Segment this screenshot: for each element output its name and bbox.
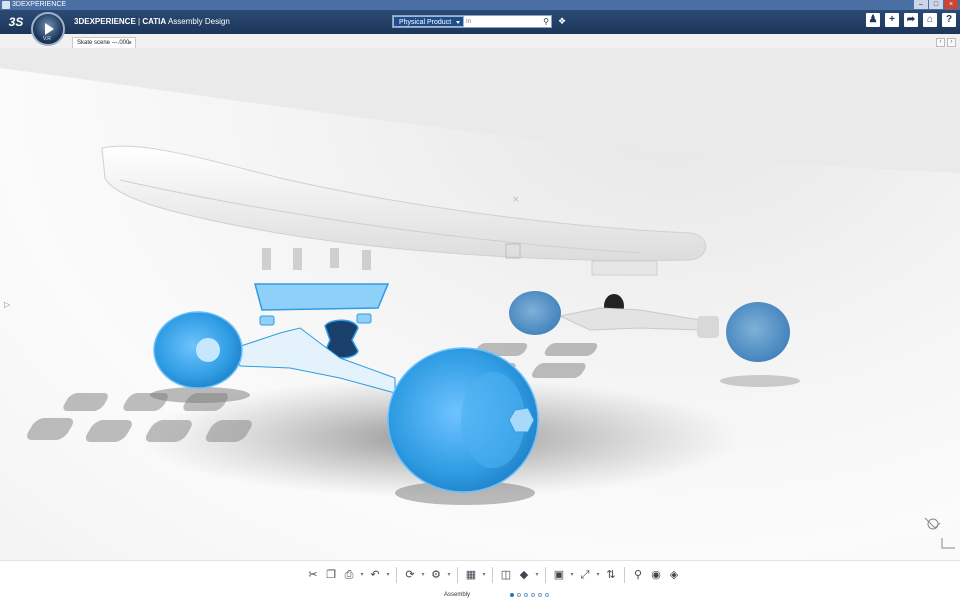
- app-header: 3S 3DEXPERIENCE | CATIA Assembly Design …: [0, 10, 960, 34]
- toolbar-separator: [492, 567, 493, 583]
- axis-dropdown[interactable]: ▾: [595, 567, 601, 583]
- front-baseplate[interactable]: [254, 283, 390, 311]
- clash-icon[interactable]: ◉: [648, 567, 664, 583]
- home-icon[interactable]: ⌂: [923, 13, 937, 27]
- measure-icon[interactable]: ⇅: [603, 567, 619, 583]
- app-icon: [2, 1, 10, 9]
- search-scope-label: Physical Product: [399, 19, 452, 26]
- assembly-dropdown[interactable]: ▾: [446, 567, 452, 583]
- side-panel-toggle[interactable]: ▷: [4, 300, 10, 309]
- rear-right-wheel[interactable]: [726, 302, 790, 362]
- action-bar-section-label: Assembly: [444, 592, 471, 598]
- search-icon[interactable]: ⚲: [543, 16, 549, 27]
- axis-icon[interactable]: ⤢: [577, 567, 593, 583]
- add-icon[interactable]: +: [885, 13, 899, 27]
- toolbar-separator: [396, 567, 397, 583]
- search-box: Physical Product ⚲: [392, 15, 552, 28]
- skateboard-model[interactable]: ×: [0, 48, 960, 560]
- toolbar-separator: [457, 567, 458, 583]
- pager-dot[interactable]: [538, 593, 542, 597]
- play-icon: [45, 23, 54, 35]
- wheel-shadow: [720, 375, 800, 387]
- pager-dot[interactable]: [524, 593, 528, 597]
- pager-dot[interactable]: [545, 593, 549, 597]
- deck[interactable]: [101, 145, 707, 261]
- tab-skate-scene[interactable]: Skate scene ---.000 ×: [72, 37, 136, 48]
- app-module: Assembly Design: [166, 17, 230, 26]
- user-icon[interactable]: ♟: [866, 13, 880, 27]
- fit-all-icon[interactable]: ▣: [551, 567, 567, 583]
- help-icon[interactable]: ?: [942, 13, 956, 27]
- view-mode-icon[interactable]: ◆: [516, 567, 532, 583]
- pager-dot[interactable]: [510, 593, 514, 597]
- pager-dot[interactable]: [531, 593, 535, 597]
- copy-icon[interactable]: ❐: [323, 567, 339, 583]
- exploded-dropdown[interactable]: ▾: [481, 567, 487, 583]
- window-controls: – □ ×: [914, 0, 958, 9]
- 3d-viewport[interactable]: × ▷: [0, 48, 960, 560]
- window-title: 3DEXPERIENCE: [12, 1, 67, 8]
- front-left-hub: [196, 338, 220, 362]
- rear-hanger[interactable]: [558, 307, 701, 331]
- fit-all-dropdown[interactable]: ▾: [569, 567, 575, 583]
- brand-name: 3DEXPERIENCE: [74, 17, 136, 26]
- paste-icon[interactable]: ⎙: [341, 567, 357, 583]
- rear-baseplate[interactable]: [591, 260, 658, 276]
- toolbar-separator: [624, 567, 625, 583]
- tab-navigation: ‹ ›: [936, 38, 956, 47]
- search-input[interactable]: [466, 16, 536, 27]
- window-titlebar: 3DEXPERIENCE – □ ×: [0, 0, 960, 10]
- pager-dot[interactable]: [517, 593, 521, 597]
- view-mode-dropdown[interactable]: ▾: [534, 567, 540, 583]
- compass-icon[interactable]: V.R: [31, 12, 65, 46]
- app-name: CATIA: [142, 17, 167, 26]
- zoom-icon[interactable]: ⚲: [630, 567, 646, 583]
- undo-icon[interactable]: ↶: [367, 567, 383, 583]
- section-pager: [510, 593, 549, 597]
- section-icon[interactable]: ◫: [498, 567, 514, 583]
- paste-dropdown[interactable]: ▾: [359, 567, 365, 583]
- ds-logo-icon[interactable]: 3S: [6, 13, 26, 31]
- close-button[interactable]: ×: [944, 0, 958, 9]
- cursor-cross-icon: ×: [512, 195, 520, 205]
- update-icon[interactable]: ⟳: [402, 567, 418, 583]
- chevron-down-icon: [456, 21, 460, 24]
- rear-left-wheel[interactable]: [509, 291, 561, 335]
- search-scope-dropdown[interactable]: Physical Product: [393, 16, 464, 27]
- toolbar-separator: [545, 567, 546, 583]
- tag-icon[interactable]: ❖: [558, 16, 568, 26]
- top-right-actions: ♟ + ➦ ⌂ ?: [866, 13, 956, 27]
- compass-label: V.R: [43, 36, 51, 42]
- action-bar: ✂ ❐ ⎙ ▾ ↶ ▾ ⟳ ▾ ⚙ ▾ ▦ ▾ ◫ ◆ ▾ ▣ ▾ ⤢ ▾ ⇅ …: [0, 560, 960, 601]
- tab-bar: Skate scene ---.000 × ‹ ›: [0, 34, 960, 49]
- app-title: 3DEXPERIENCE | CATIA Assembly Design: [74, 10, 230, 34]
- undo-dropdown[interactable]: ▾: [385, 567, 391, 583]
- cut-icon[interactable]: ✂: [305, 567, 321, 583]
- assembly-icon[interactable]: ⚙: [428, 567, 444, 583]
- rear-axle-nut: [697, 316, 719, 338]
- minimize-button[interactable]: –: [914, 0, 928, 9]
- wheel-shadow: [150, 387, 250, 403]
- front-riser[interactable]: [259, 315, 275, 326]
- tab-prev-button[interactable]: ‹: [936, 38, 945, 47]
- constraint-icon[interactable]: ◈: [666, 567, 682, 583]
- maximize-button[interactable]: □: [929, 0, 943, 9]
- tab-label: Skate scene ---.000: [77, 40, 130, 46]
- action-bar-tools: ✂ ❐ ⎙ ▾ ↶ ▾ ⟳ ▾ ⚙ ▾ ▦ ▾ ◫ ◆ ▾ ▣ ▾ ⤢ ▾ ⇅ …: [305, 567, 682, 583]
- front-riser[interactable]: [356, 313, 372, 324]
- front-hanger[interactable]: [234, 327, 396, 394]
- compass-small-icon[interactable]: [924, 517, 955, 549]
- share-icon[interactable]: ➦: [904, 13, 918, 27]
- mounting-bolts: [262, 248, 371, 270]
- tab-next-button[interactable]: ›: [947, 38, 956, 47]
- exploded-view-icon[interactable]: ▦: [463, 567, 479, 583]
- update-dropdown[interactable]: ▾: [420, 567, 426, 583]
